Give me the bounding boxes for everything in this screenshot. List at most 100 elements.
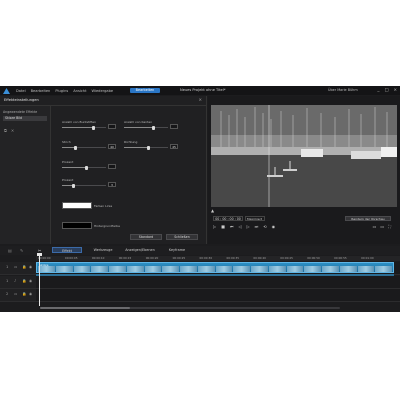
track-manager-icon[interactable]: ▤: [8, 248, 12, 253]
video-track-icon: ▭: [14, 265, 18, 269]
eye-icon[interactable]: ◉: [29, 265, 32, 269]
slider-knob[interactable]: [73, 145, 77, 150]
ruler-tick-label: 00:00:05: [64, 256, 78, 260]
app-window: Datei Bearbeiten Plugins Ansicht Wiederg…: [0, 86, 400, 312]
eye-icon[interactable]: ◉: [29, 292, 32, 296]
playhead[interactable]: [39, 254, 40, 306]
param-stroke-label: Strich: [62, 140, 71, 144]
marker-icon[interactable]: ▲: [211, 208, 214, 213]
delete-icon[interactable]: ✕: [11, 128, 14, 133]
line-color-swatch[interactable]: [62, 202, 92, 209]
app-logo: [3, 87, 10, 94]
ruler-tick-label: 00:00:10: [91, 256, 105, 260]
slider-knob[interactable]: [152, 125, 156, 130]
close-icon[interactable]: ×: [198, 97, 202, 102]
ruler-tick-label: 00:00:40: [253, 256, 266, 260]
track-number: 2: [6, 292, 9, 296]
dialog-title: Effekteinstellungen: [4, 98, 39, 102]
param-stroke-value[interactable]: 40: [108, 144, 116, 149]
display-icon[interactable]: ▭: [380, 224, 384, 229]
track-lane-audio[interactable]: [36, 276, 400, 289]
menu-item-view[interactable]: Ansicht: [73, 89, 86, 93]
copy-icon[interactable]: ⧉: [4, 128, 7, 133]
video-track-icon: ▭: [14, 292, 18, 296]
preview-panel: ▲ 00 : 00 : 00 : 00 Maximiert Rendern de…: [208, 96, 400, 244]
lock-icon[interactable]: 🔒: [22, 292, 26, 296]
param-percent2-slider[interactable]: [62, 183, 106, 188]
effect-list-item[interactable]: Skizze Bild: [3, 116, 47, 121]
menu-item-edit[interactable]: Bearbeiten: [31, 89, 51, 93]
param-direction-value[interactable]: 45: [170, 144, 178, 149]
param-percent-slider[interactable]: [62, 165, 106, 170]
close-dialog-button[interactable]: Schließen: [166, 234, 198, 240]
background-color-label: Hintergrundfarbe: [94, 224, 120, 228]
audio-track-icon: ♪: [14, 279, 17, 283]
ruler-tick-label: 00:00:15: [118, 256, 132, 260]
tab-effect[interactable]: Effekt: [52, 247, 82, 253]
next-icon[interactable]: ⏭: [255, 224, 259, 229]
param-edges-value[interactable]: [170, 124, 178, 129]
line-color-label: Farben Linie: [94, 204, 113, 208]
applied-effects-panel: Angewendete Effekte Skizze Bild ⧉ ✕: [0, 106, 51, 244]
menu-item-plugins[interactable]: Plugins: [55, 89, 68, 93]
edit-mode-button[interactable]: Bearbeiten: [130, 88, 160, 93]
param-direction-slider[interactable]: [124, 145, 168, 150]
speaker-icon[interactable]: ◉: [29, 279, 32, 283]
timeline-scrollbar[interactable]: [40, 307, 340, 309]
step-back-icon[interactable]: ◁: [238, 224, 241, 229]
timeline-ruler[interactable]: 00:00:00 00:00:05 00:00:10 00:00:15 00:00:20…: [36, 256, 400, 261]
slider-knob[interactable]: [92, 125, 96, 130]
applied-effects-label: Angewendete Effekte: [3, 110, 38, 114]
preview-toolbar: 00 : 00 : 00 : 00 Maximiert Rendern der …: [211, 215, 397, 239]
lock-icon[interactable]: 🔒: [22, 265, 26, 269]
track-lane-video-2[interactable]: [36, 289, 400, 302]
ruler-tick-label: 00:00:50: [307, 256, 320, 260]
param-percent2-value[interactable]: 3: [108, 182, 116, 187]
close-window-icon[interactable]: ×: [393, 87, 397, 92]
menu-item-playback[interactable]: Wiedergabe: [92, 89, 114, 93]
maximize-icon[interactable]: □: [385, 87, 389, 92]
effect-parameters: Anzahl von Buntstiften Anzahl von Kanten…: [56, 106, 238, 244]
step-forward-icon[interactable]: ▷: [247, 224, 250, 229]
param-crayons-label: Anzahl von Buntstiften: [62, 120, 97, 124]
window-icon[interactable]: ▭: [373, 224, 377, 229]
menu-bar: Datei Bearbeiten Plugins Ansicht Wiederg…: [16, 89, 113, 93]
param-percent-value[interactable]: [108, 164, 116, 169]
tab-tools[interactable]: Werkzeuge: [88, 247, 118, 253]
previous-icon[interactable]: ⏮: [230, 224, 234, 229]
quality-select[interactable]: Maximiert: [245, 216, 265, 221]
ruler-tick-label: 00:00:30: [199, 256, 213, 260]
timecode-display[interactable]: 00 : 00 : 00 : 00: [213, 216, 243, 221]
background-color-swatch[interactable]: [62, 222, 92, 229]
menu-item-file[interactable]: Datei: [16, 89, 26, 93]
slider-fill: [124, 127, 154, 128]
pen-icon[interactable]: ✎: [20, 248, 23, 253]
video-clip[interactable]: Skizze: [36, 262, 394, 273]
fullscreen-icon[interactable]: ⛶: [388, 224, 391, 229]
loop-icon[interactable]: ⟲: [263, 224, 266, 229]
track-number: 1: [6, 279, 9, 283]
reset-button[interactable]: Standard: [130, 234, 162, 240]
lock-icon[interactable]: 🔒: [22, 279, 26, 283]
param-percent2-label: Prozent: [62, 178, 74, 182]
param-edges-label: Anzahl von Kanten: [124, 120, 153, 124]
play-icon[interactable]: ▷: [213, 224, 216, 229]
preview-video[interactable]: [211, 105, 397, 207]
param-stroke-slider[interactable]: [62, 145, 106, 150]
slider-knob[interactable]: [71, 183, 75, 188]
minimize-icon[interactable]: _: [377, 87, 379, 92]
track-header-video-2: 2 ▭ 🔒 ◉: [0, 289, 36, 302]
snapshot-icon[interactable]: ◉: [272, 224, 276, 229]
scrollbar-thumb[interactable]: [40, 307, 130, 309]
stop-icon[interactable]: ■: [221, 224, 225, 229]
slider-fill: [62, 167, 87, 168]
param-crayons-value[interactable]: [108, 124, 116, 129]
tab-keyframe[interactable]: Keyframe: [164, 247, 190, 253]
user-account[interactable]: Über Marie Bühm: [328, 88, 358, 92]
slider-knob[interactable]: [84, 165, 88, 170]
tab-layers[interactable]: Anzeigen/Ebenen: [120, 247, 160, 253]
param-crayons-slider[interactable]: [62, 125, 106, 130]
param-edges-slider[interactable]: [124, 125, 168, 130]
render-preview-button[interactable]: Rendern der Vorschau: [345, 216, 391, 221]
slider-knob[interactable]: [146, 145, 150, 150]
